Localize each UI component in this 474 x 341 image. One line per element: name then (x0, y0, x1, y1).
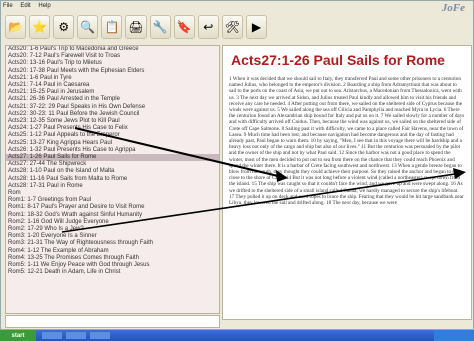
annotation-arrowhead-upper (276, 170, 288, 182)
annotation-arrow-lower (61, 173, 456, 233)
annotation-arrows (61, 127, 466, 233)
annotation-arrow-upper (74, 127, 279, 177)
annotation-arrowhead-lower (453, 168, 466, 179)
